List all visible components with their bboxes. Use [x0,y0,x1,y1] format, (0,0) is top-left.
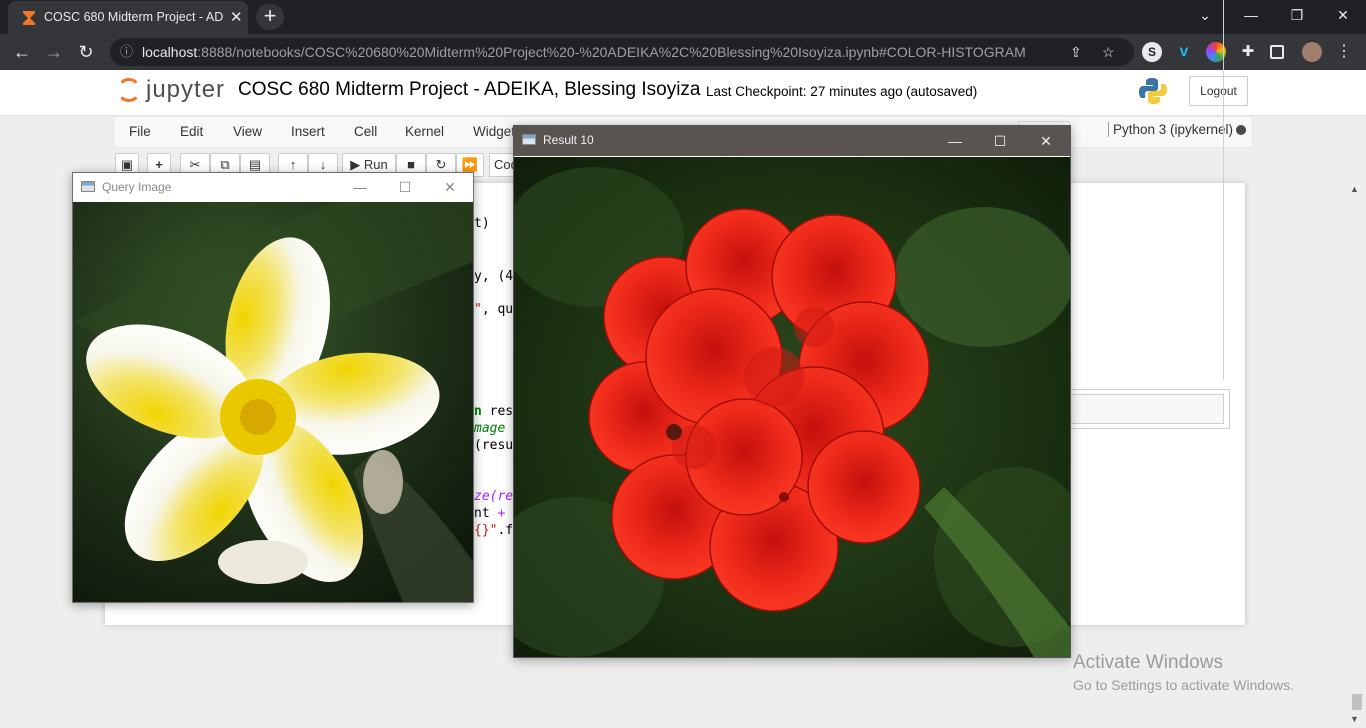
side-panel-icon[interactable] [1270,45,1284,59]
kernel-status-indicator [1236,125,1246,135]
browser-tab[interactable]: COSC 680 Midterm Project - ADE ✕ [8,1,248,34]
query-window-titlebar[interactable]: Query Image — ☐ ✕ [73,173,473,201]
notebook-title[interactable]: COSC 680 Midterm Project - ADEIKA, Bless… [238,79,701,101]
browser-tab-bar: COSC 680 Midterm Project - ADE ✕ + ⌄ — ❐… [0,0,1366,34]
reload-icon[interactable]: ↻ [74,40,98,64]
activate-windows-subtitle: Go to Settings to activate Windows. [1073,677,1294,693]
code-fragment: ", qu [474,302,514,317]
address-bar[interactable]: ⓘ localhost:8888/notebooks/COSC%20680%20… [110,38,1134,66]
share-icon[interactable]: ⇪ [1070,38,1082,66]
menu-edit[interactable]: Edit [180,124,203,139]
next-cell-input[interactable] [1068,394,1224,424]
bookmark-star-icon[interactable]: ☆ [1102,38,1115,66]
code-fragment: mage [474,421,506,436]
close-icon[interactable]: ✕ [1031,130,1061,152]
back-icon[interactable]: ← [10,40,34,64]
minimize-icon[interactable]: — [345,176,375,198]
code-fragment: y, (4 [474,269,514,284]
checkpoint-status: Last Checkpoint: 27 minutes ago [706,84,903,99]
menu-insert[interactable]: Insert [291,124,325,139]
url-host: localhost [142,44,198,60]
hourglass-icon [23,11,35,25]
query-window-title: Query Image [102,180,172,194]
code-fragment: {}".f [474,523,514,538]
jupyter-logo-icon[interactable] [117,78,141,102]
result-flower-image [514,157,1070,657]
code-fragment: t) [474,216,490,231]
maximize-icon[interactable]: ☐ [985,130,1015,152]
close-window-button[interactable]: ✕ [1320,0,1366,30]
menu-file[interactable]: File [129,124,151,139]
menu-kernel[interactable]: Kernel [405,124,444,139]
maximize-icon[interactable]: ☐ [390,176,420,198]
result-window-titlebar[interactable]: Result 10 — ☐ ✕ [514,126,1070,156]
forward-icon[interactable]: → [42,40,66,64]
vimeo-extension-icon[interactable]: v [1174,42,1194,62]
result-window-title: Result 10 [543,133,594,147]
result-image-window[interactable]: Result 10 — ☐ ✕ [513,125,1071,658]
scrollbar-thumb[interactable] [1352,694,1362,710]
autosave-status: (autosaved) [906,84,978,99]
code-fragment: (resu [474,438,514,453]
scroll-down-arrow-icon[interactable]: ▼ [1350,714,1359,724]
site-info-icon[interactable]: ⓘ [120,38,133,66]
s-extension-icon[interactable]: S [1142,42,1162,62]
code-fragment: ze(re [474,489,514,504]
window-app-icon [81,181,95,192]
restore-button[interactable]: ❐ [1274,0,1320,30]
scroll-up-arrow-icon[interactable]: ▲ [1350,184,1359,194]
new-tab-button[interactable]: + [256,4,284,30]
kernel-name: Python 3 (ipykernel) [1108,122,1233,137]
python-logo-icon [1139,78,1167,104]
jupyter-header: jupyter COSC 680 Midterm Project - ADEIK… [0,70,1366,116]
menu-view[interactable]: View [233,124,262,139]
menu-kebab-icon[interactable]: ⋮ [1334,42,1354,62]
query-flower-image [73,202,473,602]
menu-cell[interactable]: Cell [354,124,377,139]
close-tab-icon[interactable]: ✕ [230,8,243,26]
profile-avatar[interactable] [1302,42,1322,62]
code-fragment: n res [474,404,514,419]
run-label: Run [363,157,388,172]
extensions-puzzle-icon[interactable]: ✚ [1238,42,1258,62]
code-cell-border [1220,0,1224,380]
query-image-window[interactable]: Query Image — ☐ ✕ [72,172,474,603]
logout-button[interactable]: Logout [1189,76,1248,106]
jupyter-logo-text[interactable]: jupyter [146,76,225,104]
menu-widgets[interactable]: Widget [473,124,515,139]
window-app-icon [522,134,536,145]
tab-title: COSC 680 Midterm Project - ADE [44,10,224,24]
code-fragment: nt + [474,506,506,521]
close-icon[interactable]: ✕ [435,176,465,198]
url-path: :8888/notebooks/COSC%20680%20Midterm%20P… [197,44,1026,60]
minimize-button[interactable]: — [1228,0,1274,30]
activate-windows-title: Activate Windows [1073,652,1223,673]
browser-toolbar: ← → ↻ ⓘ localhost:8888/notebooks/COSC%20… [0,34,1366,70]
minimize-icon[interactable]: — [940,130,970,152]
